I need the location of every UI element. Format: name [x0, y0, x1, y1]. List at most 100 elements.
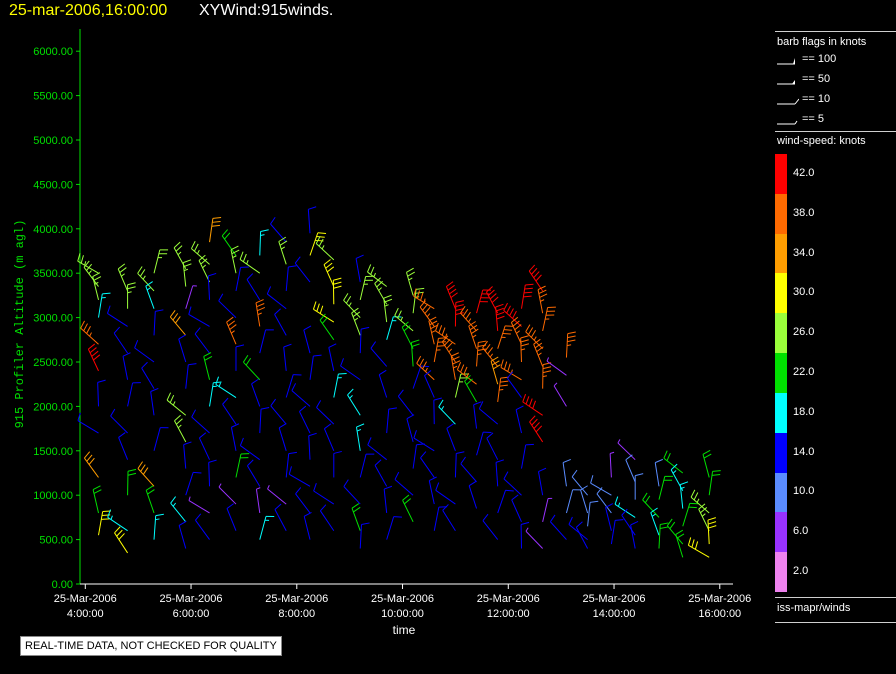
barb-flag-100-icon — [777, 58, 795, 65]
barb-legend-5: == 5 — [775, 113, 896, 129]
wind-barb — [549, 514, 567, 540]
wind-barb — [605, 503, 614, 531]
wind-barb — [590, 475, 612, 496]
wind-barb — [308, 432, 317, 460]
wind-barb — [497, 325, 514, 349]
wind-barb — [708, 470, 721, 496]
wind-barb — [259, 407, 270, 434]
speed-swatch — [775, 193, 787, 234]
x-axis-label: time — [393, 623, 416, 637]
wind-barb — [110, 408, 128, 434]
wind-barb — [438, 399, 456, 425]
x-tick-time-label: 4:00:00 — [67, 608, 104, 620]
speed-swatch-label: 2.0 — [793, 565, 809, 578]
wind-barb — [194, 327, 210, 354]
wind-barb — [609, 451, 615, 478]
speed-swatch — [775, 472, 787, 513]
speed-swatch — [775, 233, 787, 274]
wind-barb — [416, 355, 435, 381]
wind-barb — [137, 461, 155, 487]
x-tick-date-label: 25-Mar-2006 — [477, 593, 540, 605]
wind-barb — [565, 331, 576, 358]
wind-barb — [413, 288, 435, 310]
wind-barb — [394, 307, 414, 332]
wind-barb — [178, 334, 187, 363]
wind-barb — [291, 383, 311, 407]
wind-barb — [188, 306, 210, 327]
wind-barb — [485, 286, 499, 314]
x-tick-date-label: 25-Mar-2006 — [54, 593, 117, 605]
wind-barb — [355, 423, 365, 451]
wind-barb — [617, 439, 636, 461]
wind-barb — [323, 423, 335, 451]
speed-swatch — [775, 392, 787, 433]
y-tick-label: 4500.00 — [33, 179, 73, 191]
wind-barb — [658, 522, 669, 549]
wind-barb — [580, 485, 589, 514]
wind-barb — [515, 405, 524, 434]
wind-barb — [285, 265, 297, 292]
wind-barb — [456, 361, 477, 385]
wind-barb — [315, 236, 335, 261]
barb-legend-100: == 100 — [775, 53, 896, 69]
wind-barb — [546, 357, 567, 376]
wind-barb — [428, 476, 437, 505]
wind-barb — [107, 509, 128, 532]
wind-barb — [359, 275, 374, 300]
wind-barb — [406, 267, 415, 296]
barb-legend-50: == 50 — [775, 73, 896, 89]
wind-barb — [153, 309, 164, 336]
wind-barb — [433, 337, 447, 363]
wind-barb — [77, 253, 99, 274]
speed-swatch-label: 38.0 — [793, 206, 815, 219]
wind-barb — [295, 487, 311, 514]
wind-barb — [478, 401, 499, 425]
wind-barb — [303, 325, 312, 354]
wind-barb — [562, 458, 571, 487]
barb-legend-10: == 10 — [775, 93, 896, 109]
wind-barb — [218, 483, 237, 505]
x-tick-date-label: 25-Mar-2006 — [160, 593, 223, 605]
wind-barb — [587, 500, 599, 527]
wind-barb — [319, 504, 335, 531]
y-tick-label: 6000.00 — [33, 46, 73, 58]
wind-barb — [528, 264, 544, 292]
speed-swatch-label: 10.0 — [793, 485, 815, 498]
wind-barb — [634, 473, 644, 500]
speed-swatch — [775, 154, 787, 194]
wind-barb — [239, 251, 261, 274]
wind-barb — [283, 343, 292, 371]
wind-barb — [251, 378, 261, 407]
wind-barb — [630, 520, 639, 549]
wind-barb — [406, 414, 415, 443]
wind-barb — [141, 361, 155, 389]
wind-barb — [113, 326, 129, 354]
wind-barb — [370, 341, 388, 367]
wind-barb — [122, 352, 131, 380]
wind-barb — [207, 272, 217, 300]
wind-barb — [270, 398, 287, 425]
y-tick-label: 2000.00 — [33, 401, 73, 413]
wind-barb — [520, 521, 530, 549]
wind-barb — [537, 467, 547, 496]
wind-barb — [521, 443, 534, 469]
wind-barb — [235, 344, 245, 371]
wind-barb — [127, 282, 136, 309]
wind-barb — [259, 515, 275, 540]
y-tick-label: 3500.00 — [33, 268, 73, 280]
barb-legend-title: barb flags in knots — [777, 36, 867, 48]
wind-barb — [495, 459, 505, 487]
wind-profile-chart: 0.00 500.00 1000.00 1500.00 2000.00 2500.00 30… — [13, 29, 751, 637]
wind-barb — [374, 459, 388, 487]
wind-barb — [410, 339, 420, 367]
wind-barb — [533, 338, 544, 367]
x-tick-date-label: 25-Mar-2006 — [688, 593, 751, 605]
wind-barb — [503, 471, 522, 496]
chart-axes: 0.00 500.00 1000.00 1500.00 2000.00 2500.00 30… — [33, 29, 751, 620]
x-tick-time-label: 10:00:00 — [381, 608, 424, 620]
x-tick-time-label: 8:00:00 — [278, 608, 315, 620]
wind-barb — [520, 335, 530, 363]
wind-barb — [486, 432, 499, 460]
wind-barb — [97, 379, 106, 407]
speed-swatch — [775, 273, 787, 314]
